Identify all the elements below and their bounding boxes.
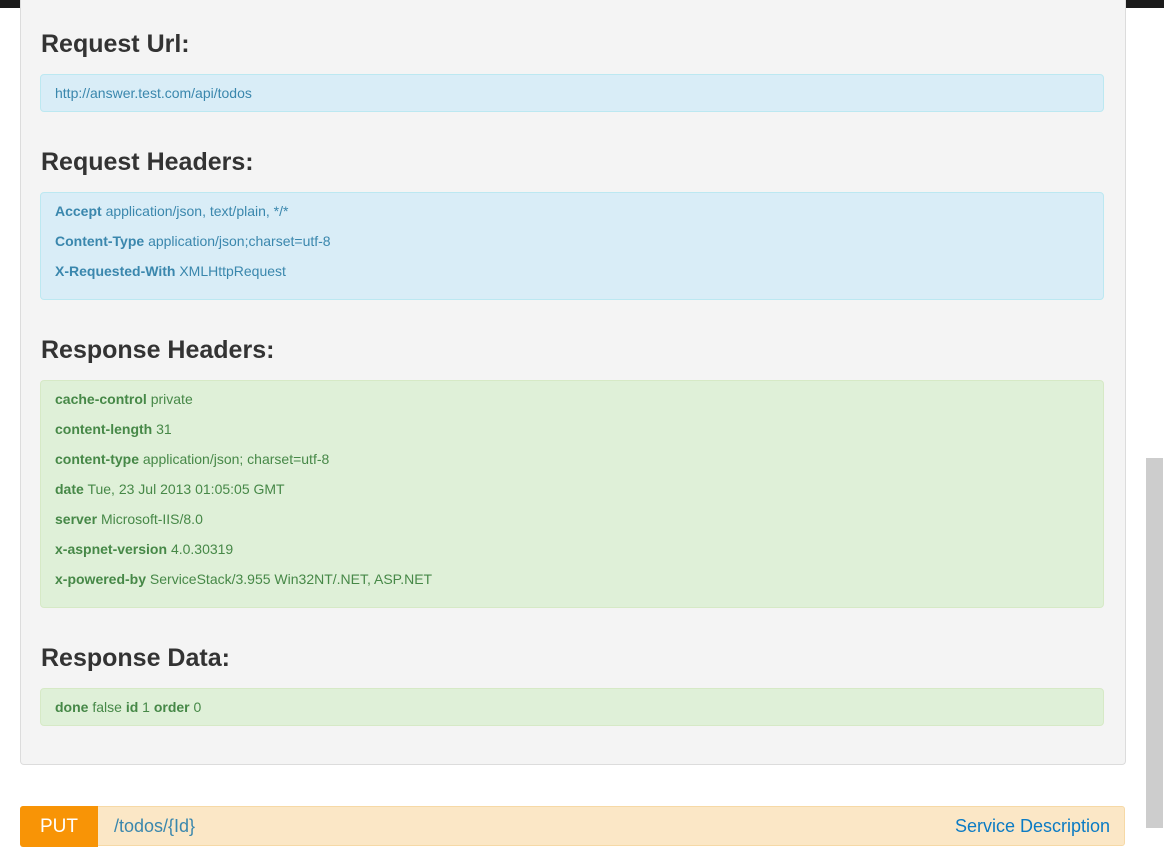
response-header-row: date Tue, 23 Jul 2013 01:05:05 GMT [55,474,1103,504]
header-key: content-type [55,451,139,467]
data-key: order [153,699,190,715]
response-headers-title: Response Headers: [41,336,275,364]
header-value: 31 [156,421,172,437]
header-key: Accept [55,203,102,219]
header-value: ServiceStack/3.955 Win32NT/.NET, ASP.NET [149,571,433,587]
header-value: 4.0.30319 [170,541,234,557]
header-key: x-powered-by [55,571,147,587]
request-url-box: http://answer.test.com/api/todos [40,74,1104,112]
response-headers-box: cache-control private content-length 31 … [40,380,1104,608]
request-header-row: X-Requested-With XMLHttpRequest [55,256,1103,286]
header-value: Microsoft-IIS/8.0 [100,511,203,527]
header-key: x-aspnet-version [55,541,168,557]
data-value: 1 [142,699,150,715]
header-key: date [55,481,84,497]
response-data-title: Response Data: [41,644,230,672]
header-key: content-length [55,421,153,437]
header-value: private [150,391,193,407]
data-value: 0 [193,699,202,715]
service-description-link[interactable]: Service Description [955,807,1110,845]
data-value: false [92,699,122,715]
response-data-line: done false id 1 order 0 [55,689,1103,725]
response-header-row: content-length 31 [55,414,1103,444]
request-header-row: Content-Type application/json;charset=ut… [55,226,1103,256]
data-key: done [55,699,89,715]
response-header-row: x-powered-by ServiceStack/3.955 Win32NT/… [55,564,1103,594]
operation-response-panel: Request Url: http://answer.test.com/api/… [20,0,1126,765]
data-key: id [125,699,139,715]
header-value: application/json; charset=utf-8 [142,451,330,467]
request-header-row: Accept application/json, text/plain, */* [55,196,1103,226]
request-headers-title: Request Headers: [41,148,254,176]
endpoint-path-link[interactable]: /todos/{Id} [114,807,195,845]
request-url-title: Request Url: [41,30,190,58]
header-key: Content-Type [55,233,145,249]
request-headers-box: Accept application/json, text/plain, */*… [40,192,1104,300]
request-url-value: http://answer.test.com/api/todos [55,85,252,101]
response-header-row: cache-control private [55,384,1103,414]
response-header-row: server Microsoft-IIS/8.0 [55,504,1103,534]
response-header-row: x-aspnet-version 4.0.30319 [55,534,1103,564]
header-value: Tue, 23 Jul 2013 01:05:05 GMT [87,481,285,497]
put-method-badge[interactable]: PUT [20,806,98,847]
header-key: cache-control [55,391,147,407]
scrollbar-thumb[interactable] [1146,458,1163,828]
header-key: X-Requested-With [55,263,176,279]
put-endpoint-bar[interactable]: PUT /todos/{Id} Service Description [20,806,1125,847]
header-value: application/json;charset=utf-8 [148,233,331,249]
header-value: XMLHttpRequest [179,263,286,279]
response-header-row: content-type application/json; charset=u… [55,444,1103,474]
header-key: server [55,511,98,527]
header-value: application/json, text/plain, */* [105,203,289,219]
response-data-box: done false id 1 order 0 [40,688,1104,726]
